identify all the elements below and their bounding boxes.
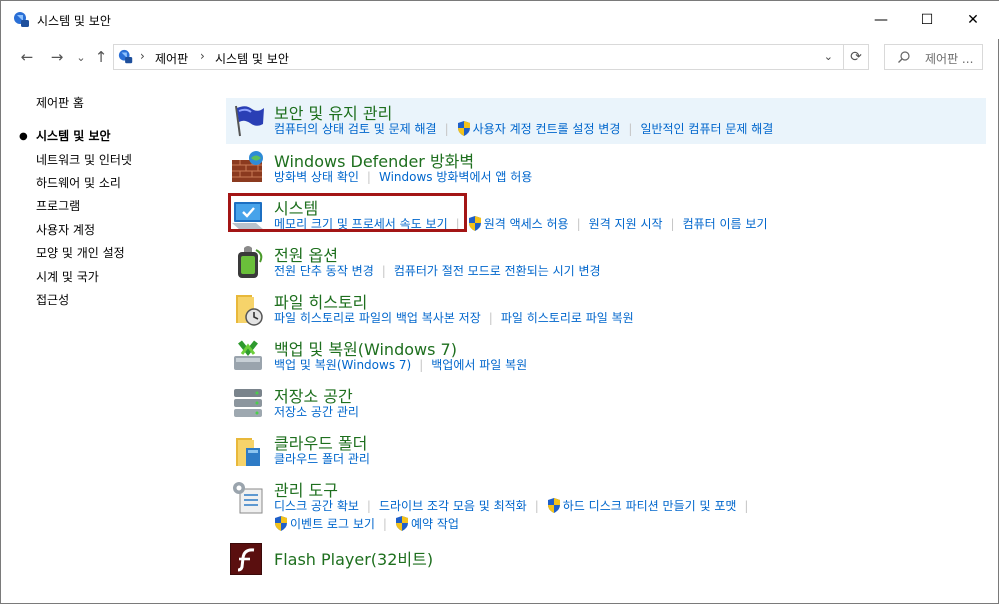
link-separator: | <box>366 169 371 184</box>
link-restore-from-backup[interactable]: 백업에서 파일 복원 <box>431 356 527 373</box>
sidebar-item-hardware[interactable]: 하드웨어 및 소리 <box>36 174 121 191</box>
category-links-row2: 이벤트 로그 보기 | 예약 작업 <box>274 515 459 532</box>
category-links: 전원 단추 동작 변경 | 컴퓨터가 절전 모드로 전환되는 시기 변경 <box>274 262 601 279</box>
minimize-button[interactable]: — <box>858 2 904 38</box>
breadcrumb-control-panel[interactable]: 제어판 <box>155 50 188 67</box>
link-allow-app[interactable]: Windows 방화벽에서 앱 허용 <box>379 168 532 185</box>
sidebar-item-clock-region[interactable]: 시계 및 국가 <box>36 268 99 285</box>
link-defragment[interactable]: 드라이브 조각 모음 및 최적화 <box>379 497 527 514</box>
category-flash-player: Flash Player(32비트) <box>226 541 986 581</box>
window-title: 시스템 및 보안 <box>37 14 111 28</box>
backup-icon <box>234 340 262 370</box>
category-links: 저장소 공간 관리 <box>274 403 359 420</box>
sidebar-item-appearance[interactable]: 모양 및 개인 설정 <box>36 244 125 261</box>
sidebar-item-accessibility[interactable]: 접근성 <box>36 291 69 308</box>
category-links: 백업 및 복원(Windows 7) | 백업에서 파일 복원 <box>274 356 527 373</box>
link-separator: | <box>381 263 386 278</box>
uac-shield-icon <box>547 498 560 513</box>
category-links: 디스크 공간 확보 | 드라이브 조각 모음 및 최적화 | 하드 디스크 파티… <box>274 497 756 514</box>
title-bar: 시스템 및 보안 — ☐ ✕ <box>1 1 1000 39</box>
link-remote-access[interactable]: 원격 액세스 허용 <box>484 215 569 232</box>
control-panel-icon <box>14 12 29 27</box>
sidebar-item-programs[interactable]: 프로그램 <box>36 197 80 214</box>
flag-icon <box>235 105 264 137</box>
link-separator: | <box>670 216 675 231</box>
link-firewall-status[interactable]: 방화벽 상태 확인 <box>274 168 359 185</box>
link-separator: | <box>576 216 581 231</box>
category-admin-tools: 관리 도구 디스크 공간 확보 | 드라이브 조각 모음 및 최적화 | 하드 … <box>226 475 986 537</box>
current-item-bullet-icon: ● <box>19 131 28 142</box>
close-button[interactable]: ✕ <box>950 2 996 38</box>
uac-shield-icon <box>457 121 470 136</box>
category-links: 파일 히스토리로 파일의 백업 복사본 저장 | 파일 히스토리로 파일 복원 <box>274 309 634 326</box>
link-sleep-timing[interactable]: 컴퓨터가 절전 모드로 전환되는 시기 변경 <box>394 262 601 279</box>
link-computer-name[interactable]: 컴퓨터 이름 보기 <box>683 215 768 232</box>
uac-shield-icon <box>275 516 287 531</box>
category-file-history: 파일 히스토리 파일 히스토리로 파일의 백업 복사본 저장 | 파일 히스토리… <box>226 287 986 333</box>
up-arrow-icon[interactable]: ↑ <box>90 46 112 68</box>
cloud-folder-icon <box>236 438 260 466</box>
back-arrow-icon[interactable]: ← <box>16 46 38 68</box>
link-disk-cleanup[interactable]: 디스크 공간 확보 <box>274 497 359 514</box>
category-power-options: 전원 옵션 전원 단추 동작 변경 | 컴퓨터가 절전 모드로 전환되는 시기 … <box>226 240 986 286</box>
link-remote-assistance[interactable]: 원격 지원 시작 <box>589 215 663 232</box>
link-event-logs[interactable]: 이벤트 로그 보기 <box>290 515 375 532</box>
control-panel-icon <box>118 49 133 64</box>
sidebar-control-panel-home[interactable]: 제어판 홈 <box>36 94 84 111</box>
link-power-button[interactable]: 전원 단추 동작 변경 <box>274 262 374 279</box>
address-bar[interactable]: › 제어판 › 시스템 및 보안 ⌄ <box>113 44 844 70</box>
link-separator: | <box>444 121 449 136</box>
link-review-status[interactable]: 컴퓨터의 상태 검토 및 문제 해결 <box>274 120 437 137</box>
power-icon <box>238 246 263 278</box>
address-dropdown-icon[interactable]: ⌄ <box>824 50 833 63</box>
category-backup-restore: 백업 및 복원(Windows 7) 백업 및 복원(Windows 7) | … <box>226 334 986 380</box>
highlight-box <box>228 193 467 232</box>
breadcrumb-system-security[interactable]: 시스템 및 보안 <box>215 50 289 67</box>
category-storage-spaces: 저장소 공간 저장소 공간 관리 <box>226 381 986 427</box>
storage-icon <box>234 389 262 417</box>
forward-arrow-icon[interactable]: → <box>46 46 68 68</box>
flash-icon <box>230 543 262 575</box>
category-firewall: Windows Defender 방화벽 방화벽 상태 확인 | Windows… <box>226 146 986 192</box>
breadcrumb-separator-icon: › <box>200 49 205 63</box>
category-links: 방화벽 상태 확인 | Windows 방화벽에서 앱 허용 <box>274 168 532 185</box>
uac-shield-icon <box>395 516 408 531</box>
link-separator: | <box>488 310 493 325</box>
breadcrumb-separator-icon: › <box>140 49 145 63</box>
link-separator: | <box>382 516 387 531</box>
category-links: 클라우드 폴더 관리 <box>274 450 370 467</box>
admin-tools-icon <box>233 482 263 514</box>
recent-locations-chevron-icon[interactable]: ⌄ <box>70 46 92 68</box>
uac-shield-icon <box>468 216 481 231</box>
maximize-button[interactable]: ☐ <box>904 2 950 38</box>
search-input[interactable]: 제어판 ... <box>884 44 983 70</box>
firewall-icon <box>232 151 263 182</box>
file-history-icon <box>236 295 263 326</box>
link-troubleshoot[interactable]: 일반적인 컴퓨터 문제 해결 <box>640 120 773 137</box>
link-separator: | <box>366 498 371 513</box>
link-separator: | <box>744 498 749 513</box>
link-file-history-backup[interactable]: 파일 히스토리로 파일의 백업 복사본 저장 <box>274 309 481 326</box>
search-icon <box>897 50 911 67</box>
link-file-history-restore[interactable]: 파일 히스토리로 파일 복원 <box>501 309 634 326</box>
sidebar-item-network[interactable]: 네트워크 및 인터넷 <box>36 151 132 168</box>
link-backup-restore[interactable]: 백업 및 복원(Windows 7) <box>274 356 411 373</box>
link-separator: | <box>419 357 424 372</box>
link-scheduled-tasks[interactable]: 예약 작업 <box>411 515 459 532</box>
link-manage-storage[interactable]: 저장소 공간 관리 <box>274 403 359 420</box>
sidebar-item-system-security[interactable]: 시스템 및 보안 <box>36 127 111 144</box>
link-separator: | <box>534 498 539 513</box>
link-separator: | <box>628 121 633 136</box>
category-security-maintenance: 보안 및 유지 관리 컴퓨터의 상태 검토 및 문제 해결 | 사용자 계정 컨… <box>226 98 986 144</box>
link-uac-settings[interactable]: 사용자 계정 컨트롤 설정 변경 <box>473 120 621 137</box>
link-manage-work-folders[interactable]: 클라우드 폴더 관리 <box>274 450 370 467</box>
link-partition-format[interactable]: 하드 디스크 파티션 만들기 및 포맷 <box>563 497 737 514</box>
search-placeholder: 제어판 ... <box>925 52 974 66</box>
category-title[interactable]: Flash Player(32비트) <box>274 546 433 570</box>
category-links: 컴퓨터의 상태 검토 및 문제 해결 | 사용자 계정 컨트롤 설정 변경 | … <box>274 120 773 137</box>
sidebar-item-user-accounts[interactable]: 사용자 계정 <box>36 221 95 238</box>
refresh-button[interactable]: ⟳ <box>843 44 869 70</box>
category-work-folders: 클라우드 폴더 클라우드 폴더 관리 <box>226 428 986 474</box>
